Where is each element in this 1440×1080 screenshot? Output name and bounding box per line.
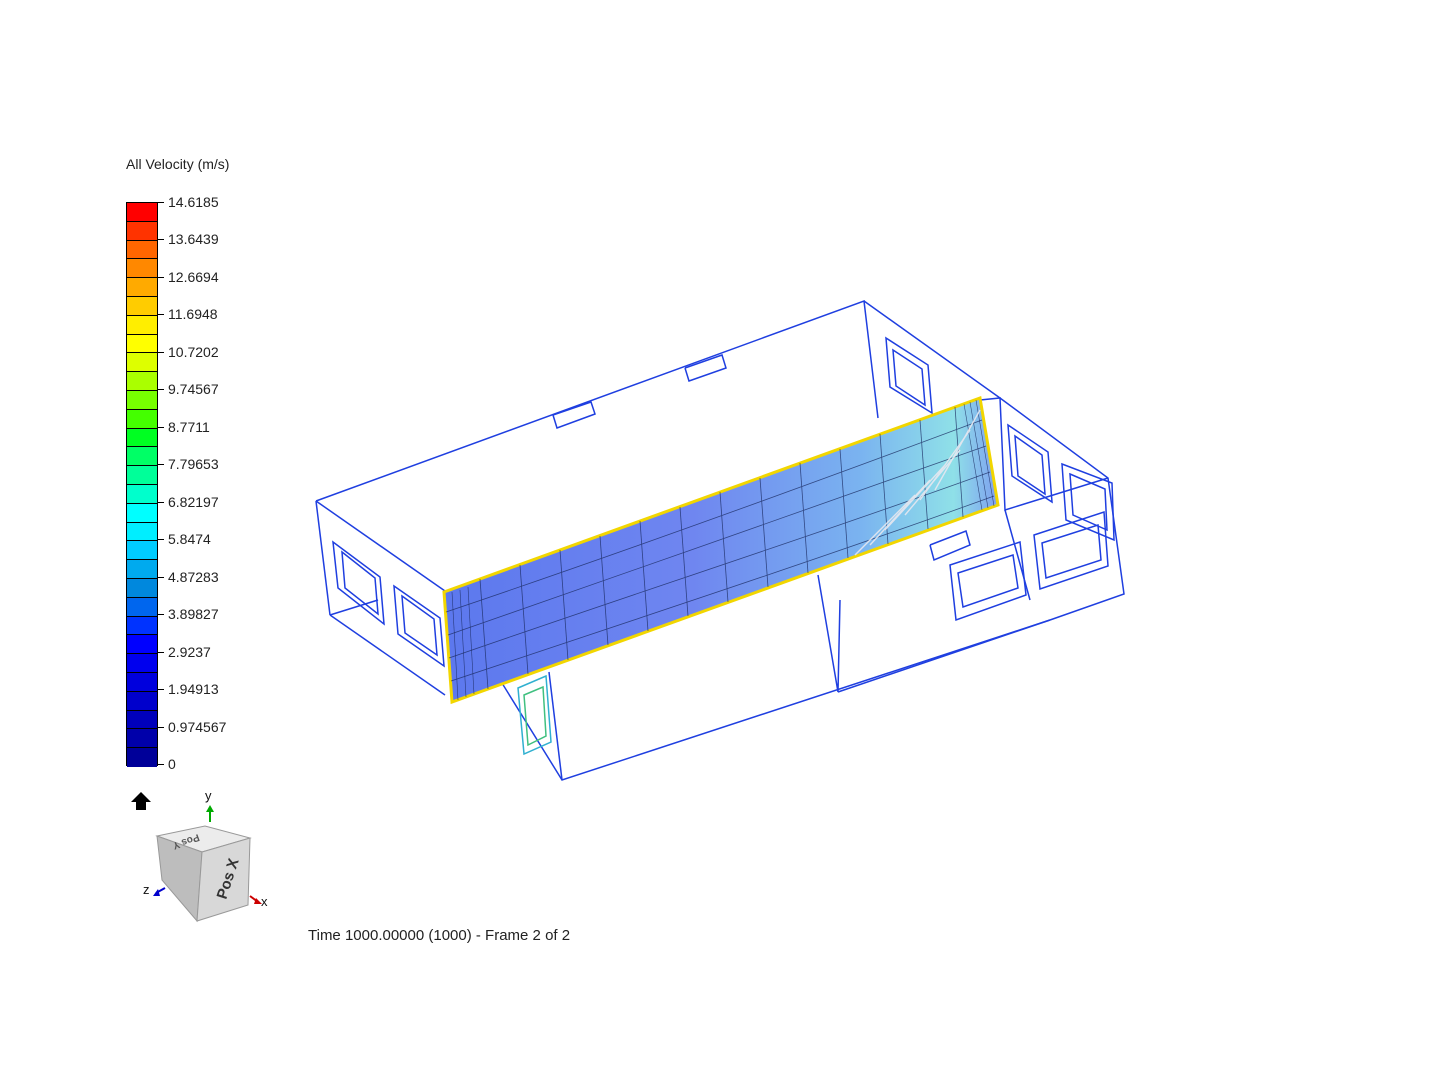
axis-label-x: x (261, 894, 268, 909)
home-icon[interactable] (130, 790, 152, 812)
time-frame-status: Time 1000.00000 (1000) - Frame 2 of 2 (308, 927, 571, 944)
view-cube[interactable] (153, 805, 262, 923)
axis-label-y: y (205, 788, 212, 803)
axis-label-z: z (143, 882, 150, 897)
velocity-cut-plane[interactable] (442, 395, 1000, 705)
viewport-3d[interactable]: Pos X Pos Y (0, 0, 1440, 1080)
